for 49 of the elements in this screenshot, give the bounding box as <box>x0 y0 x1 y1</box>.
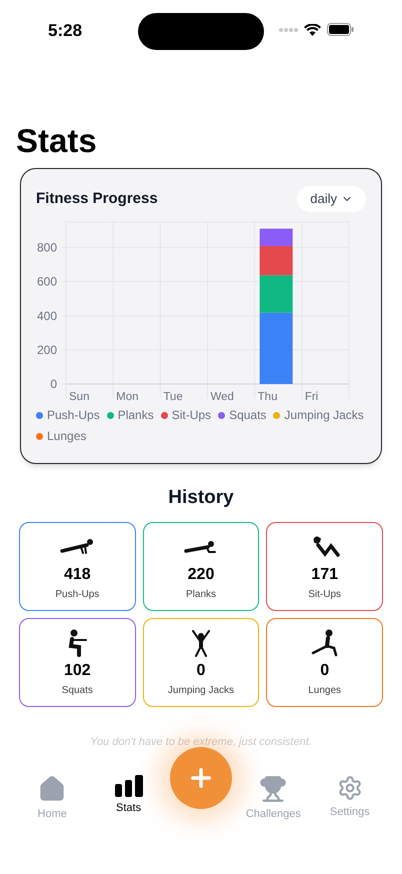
y-tick-label: 600 <box>36 274 58 289</box>
legend-label: Squats <box>229 407 266 424</box>
card-title: Fitness Progress <box>36 188 158 209</box>
exercise-count: 102 <box>64 660 91 680</box>
exercise-count: 0 <box>320 660 330 680</box>
history-heading: History <box>167 486 235 510</box>
stacked-bar-chart: 0 200 400 600 800 Sun Mon Tue Wed Thu Fri <box>21 216 351 406</box>
home-icon <box>38 775 66 803</box>
legend-label: Lunges <box>47 428 86 445</box>
y-tick-label: 800 <box>36 240 58 255</box>
exercise-card[interactable]: 102 Squats <box>19 618 136 706</box>
legend-label: Jumping Jacks <box>284 407 364 424</box>
y-tick-label: 400 <box>36 308 58 323</box>
x-tick-label: Wed <box>210 391 234 403</box>
wifi-icon <box>304 24 321 36</box>
exercise-label: Sit-Ups <box>308 588 342 602</box>
x-tick-label: Fri <box>304 391 318 403</box>
bar-chart-icon <box>114 775 143 797</box>
exercise-card[interactable]: 220 Planks <box>142 522 260 610</box>
y-tick-label: 0 <box>50 377 58 391</box>
legend-label: Push-Ups <box>47 407 100 424</box>
exercise-label: Push-Ups <box>55 588 100 602</box>
signal-icon <box>278 26 298 32</box>
legend-label: Sit-Ups <box>172 407 212 424</box>
exercise-count: 418 <box>64 564 91 584</box>
page-title: Stats <box>16 122 98 160</box>
settings-icon <box>336 775 363 801</box>
trophy-icon <box>259 775 288 803</box>
exercise-card[interactable]: 0 Lunges <box>266 618 383 706</box>
exercise-label: Jumping Jacks <box>168 684 234 698</box>
legend-label: Planks <box>118 407 154 424</box>
x-tick-label: Thu <box>258 391 278 403</box>
exercise-card[interactable]: 171 Sit-Ups <box>266 522 383 610</box>
exercise-count: 0 <box>196 660 206 680</box>
x-tick-label: Tue <box>163 391 183 403</box>
battery-icon <box>327 23 354 36</box>
period-dropdown[interactable]: daily <box>297 186 366 212</box>
exercise-label: Planks <box>186 588 216 602</box>
exercise-card[interactable]: 0 Jumping Jacks <box>142 618 260 706</box>
exercise-label: Lunges <box>308 684 342 698</box>
tab-item[interactable]: Stats <box>94 775 164 816</box>
exercise-count: 171 <box>311 564 338 584</box>
x-tick-label: Sun <box>69 391 90 403</box>
status-time: 5:28 <box>48 20 82 42</box>
exercise-label: Squats <box>62 684 93 698</box>
exercise-count: 220 <box>188 564 214 584</box>
exercise-card[interactable]: 418 Push-Ups <box>19 522 136 610</box>
x-tick-label: Mon <box>116 391 139 403</box>
y-tick-label: 200 <box>36 342 58 357</box>
